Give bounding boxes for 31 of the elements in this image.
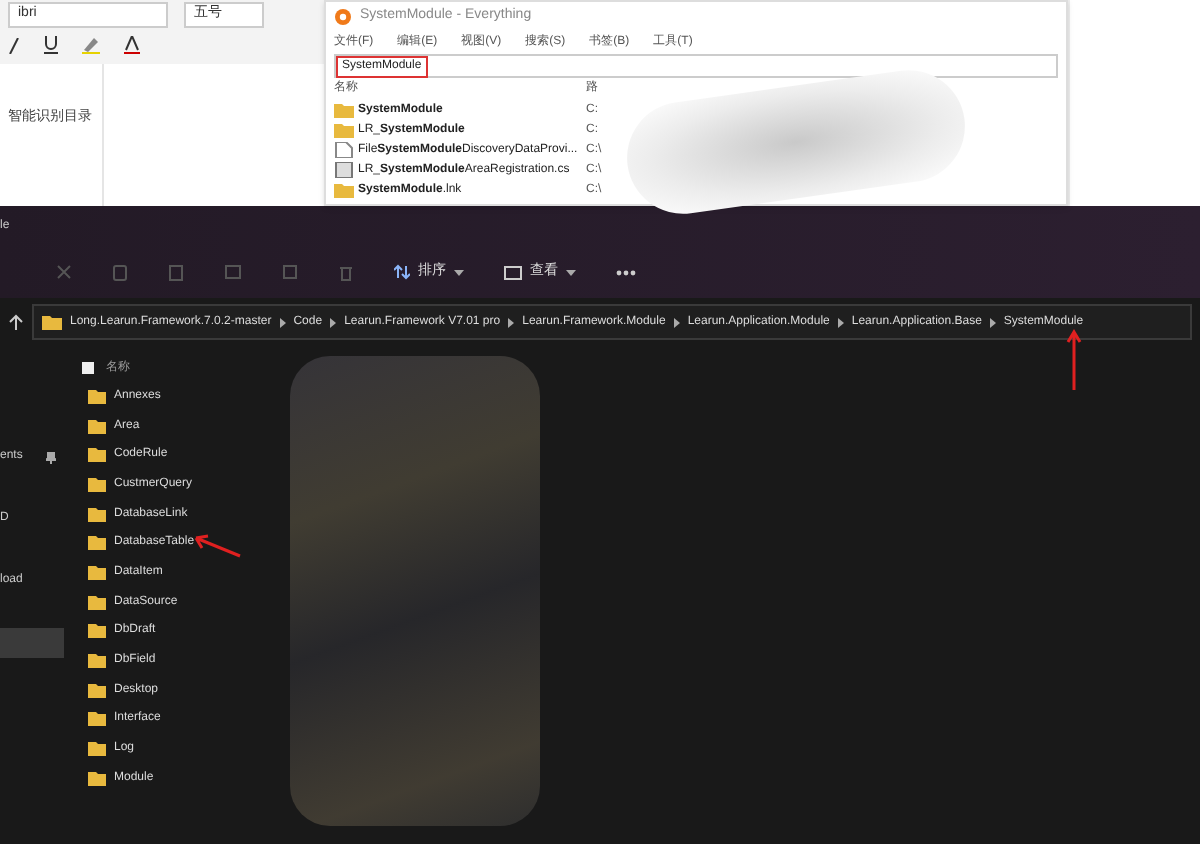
annotation-arrow	[190, 530, 242, 558]
caret-icon	[566, 269, 576, 275]
app-logo-icon	[334, 7, 352, 25]
view-icon	[504, 265, 522, 279]
annotation-arrow	[1066, 328, 1082, 392]
pin-icon	[46, 451, 56, 463]
up-arrow-icon[interactable]	[8, 313, 24, 331]
select-all-checkbox[interactable]	[82, 362, 94, 374]
chevron-icon	[837, 317, 844, 327]
rename-icon[interactable]	[224, 264, 242, 280]
caret-icon	[454, 269, 464, 275]
underline-icon[interactable]	[44, 36, 58, 54]
document-icon	[334, 162, 354, 178]
chevron-icon	[330, 317, 337, 327]
highlighter-icon[interactable]	[82, 36, 100, 54]
chevron-icon	[508, 317, 515, 327]
chevron-icon	[673, 317, 680, 327]
copy-icon[interactable]	[112, 263, 128, 281]
chevron-icon	[279, 317, 286, 327]
italic-icon[interactable]	[8, 37, 20, 53]
share-icon[interactable]	[282, 264, 298, 280]
folder-icon	[42, 314, 62, 330]
more-icon[interactable]	[616, 269, 636, 275]
chevron-icon	[989, 317, 996, 327]
file-icon	[334, 142, 354, 158]
delete-icon[interactable]	[338, 263, 354, 281]
cut-icon[interactable]	[56, 264, 72, 280]
font-color-icon[interactable]	[124, 36, 140, 54]
sort-icon	[394, 264, 410, 280]
folder-icon	[334, 182, 354, 198]
paste-icon[interactable]	[168, 263, 184, 281]
